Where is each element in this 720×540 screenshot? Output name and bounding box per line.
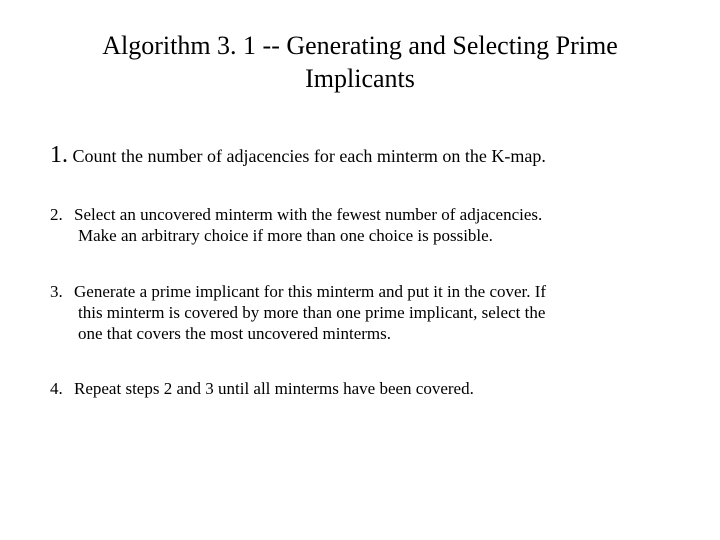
algorithm-step-4: 4.Repeat steps 2 and 3 until all minterm…	[50, 378, 670, 399]
step-text-line: Select an uncovered minterm with the few…	[74, 205, 542, 224]
algorithm-step-1: 1. Count the number of adjacencies for e…	[50, 140, 670, 170]
step-number: 4.	[50, 378, 74, 399]
step-text-line: this minterm is covered by more than one…	[50, 302, 670, 323]
step-text-line: one that covers the most uncovered minte…	[50, 323, 670, 344]
step-number: 1.	[50, 142, 68, 168]
step-number: 3.	[50, 281, 74, 302]
algorithm-step-3: 3.Generate a prime implicant for this mi…	[50, 281, 670, 345]
step-number: 2.	[50, 204, 74, 225]
step-text: Repeat steps 2 and 3 until all minterms …	[74, 379, 474, 398]
algorithm-step-2: 2.Select an uncovered minterm with the f…	[50, 204, 670, 247]
step-text: Count the number of adjacencies for each…	[73, 146, 546, 166]
slide-title: Algorithm 3. 1 -- Generating and Selecti…	[50, 30, 670, 95]
step-text-line: Generate a prime implicant for this mint…	[74, 282, 546, 301]
step-text-line: Make an arbitrary choice if more than on…	[50, 225, 670, 246]
